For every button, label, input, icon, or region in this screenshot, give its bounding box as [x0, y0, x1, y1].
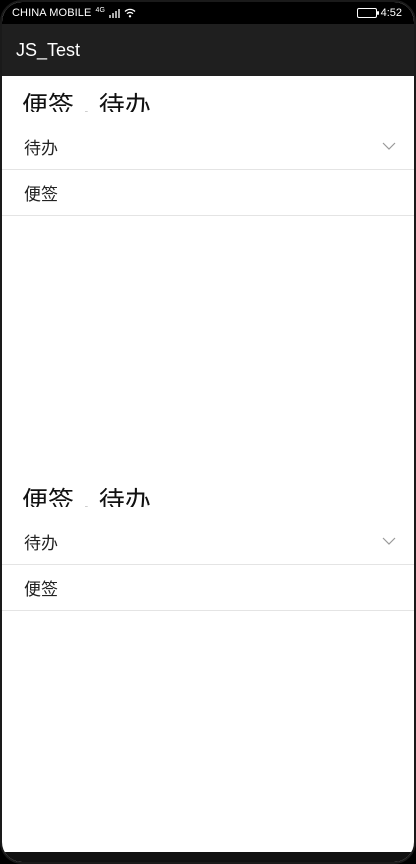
signal-icon	[109, 8, 120, 18]
device-screen: CHINA MOBILE 4G 4:52 JS_Test 便签 . 待办 待办 …	[0, 0, 416, 864]
carrier-label: CHINA MOBILE	[12, 7, 92, 19]
section-title: 便签 . 待办	[22, 487, 151, 507]
list-item-label: 待办	[24, 534, 58, 554]
app-title: JS_Test	[16, 39, 81, 60]
list-item-label: 待办	[24, 139, 58, 159]
battery-icon	[356, 8, 379, 18]
list-item-label: 便签	[24, 580, 58, 600]
network-type-icon: 4G	[95, 6, 105, 14]
list-item-note[interactable]: 便签	[2, 170, 414, 216]
status-left: CHINA MOBILE 4G	[12, 7, 136, 19]
section-title: 便签 . 待办	[22, 92, 151, 112]
chevron-down-icon	[382, 537, 396, 545]
list-item-todo[interactable]: 待办	[2, 519, 414, 565]
list-item-note[interactable]: 便签	[2, 565, 414, 611]
list-item-label: 便签	[24, 185, 58, 205]
wifi-icon	[124, 8, 136, 18]
chevron-down-icon	[382, 142, 396, 150]
clock-time: 4:52	[380, 7, 402, 19]
status-right: 4:52	[356, 7, 402, 19]
list-item-todo[interactable]: 待办	[2, 124, 414, 170]
status-bar: CHINA MOBILE 4G 4:52	[2, 2, 414, 24]
app-bar: JS_Test	[2, 24, 414, 76]
device-bottom-edge	[2, 852, 414, 862]
